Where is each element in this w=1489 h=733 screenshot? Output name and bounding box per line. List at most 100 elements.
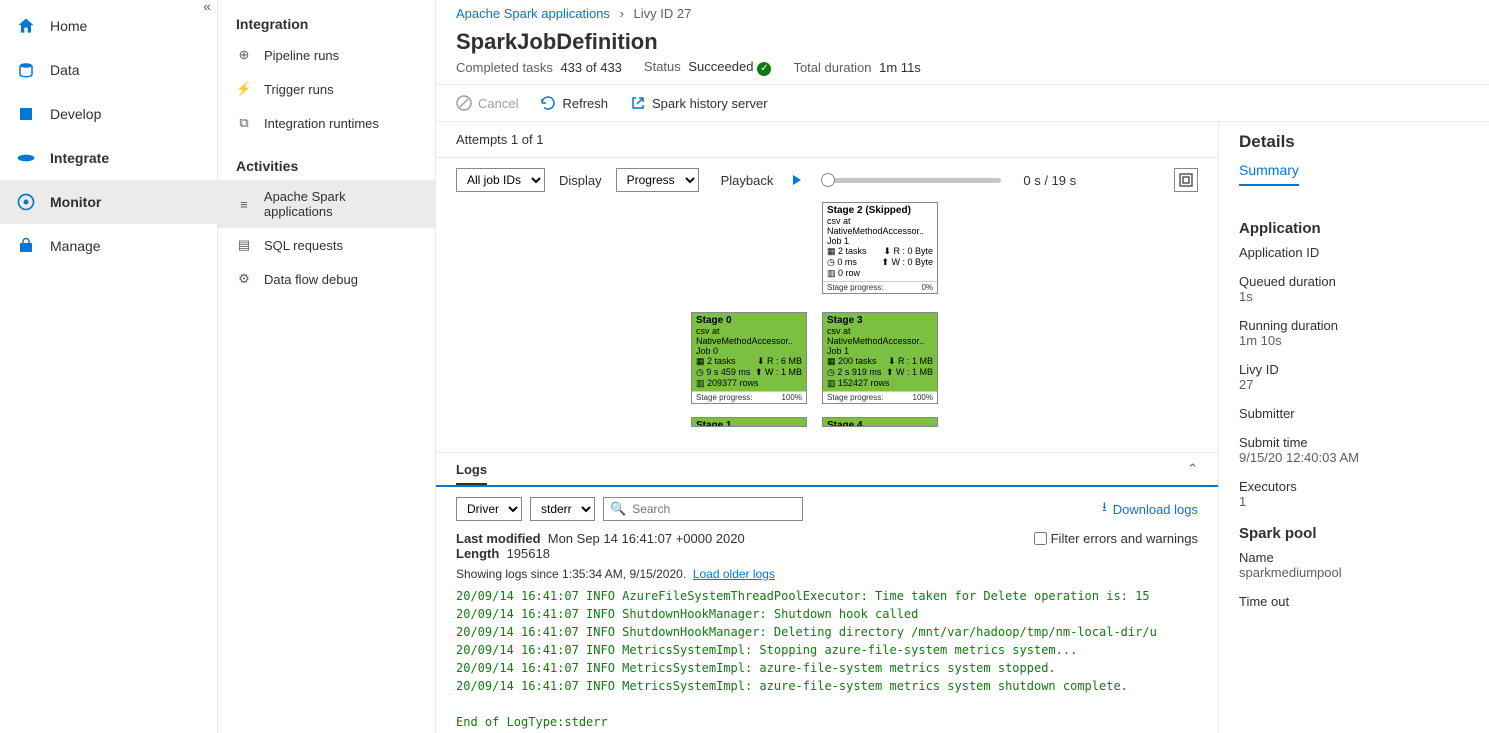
lastmod-value: Mon Sep 14 16:41:07 +0000 2020 [548,531,745,546]
jobids-select[interactable]: All job IDs [456,168,545,192]
refresh-button[interactable]: Refresh [540,95,608,111]
nav-integrate[interactable]: Integrate [0,136,217,180]
log-body[interactable]: 20/09/14 16:41:07 INFO AzureFileSystemTh… [436,585,1218,733]
subnav-sql-requests[interactable]: ▤SQL requests [218,228,435,262]
history-label: Spark history server [652,96,768,111]
success-icon: ✓ [757,62,771,76]
stage-prog-label: Stage progress: [696,393,752,402]
logs-tab[interactable]: Logs [456,462,487,485]
log-stream-select[interactable]: stderr [530,497,595,521]
play-icon[interactable] [793,175,801,185]
stage-job: Job 1 [827,236,933,246]
nav-monitor[interactable]: Monitor [0,180,217,224]
timeout-label: Time out [1239,594,1469,609]
log-since: Showing logs since 1:35:34 AM, 9/15/2020… [436,563,1218,585]
stage-write: W : 1 MB [765,367,802,377]
cancel-button: Cancel [456,95,518,111]
stage-4-box[interactable]: Stage 4 [822,417,938,427]
running-value: 1m 10s [1239,333,1469,348]
log-source-select[interactable]: Driver [456,497,522,521]
history-button[interactable]: Spark history server [630,95,768,111]
running-label: Running duration [1239,318,1469,333]
stage-title: Stage 2 (Skipped) [827,205,911,216]
scrubber-knob[interactable] [821,173,835,187]
stage-prog-pct: 100% [782,393,802,402]
stage-0-box[interactable]: Stage 0csv at NativeMethodAccessor..Job … [691,312,807,404]
expand-button[interactable] [1174,168,1198,192]
subnav-pipeline-runs[interactable]: ⊕Pipeline runs [218,38,435,72]
stage-write: W : 1 MB [896,367,933,377]
subnav-trigger-runs[interactable]: ⚡Trigger runs [218,72,435,106]
stage-2-box[interactable]: Stage 2 (Skipped)csv at NativeMethodAcce… [822,202,938,294]
livy-label: Livy ID [1239,362,1469,377]
playback-scrubber[interactable] [821,178,1001,183]
stage-prog-pct: 100% [913,393,933,402]
search-icon: 🔍 [610,501,626,517]
stage-rows: 209377 rows [707,378,759,388]
subnav-label: Data flow debug [264,272,358,287]
subnav-spark-apps[interactable]: ≡ Apache Spark applications [218,180,435,228]
lastmod-label: Last modified [456,531,541,546]
playback-label: Playback [721,173,774,188]
status-line: Completed tasks 433 of 433 Status Succee… [436,59,1489,84]
stage-prog-label: Stage progress: [827,283,883,292]
filter-label: Filter errors and warnings [1051,531,1198,546]
spark-icon: ≡ [236,196,252,212]
stage-tasks: 2 tasks [707,356,736,366]
log-search-input[interactable] [632,502,796,516]
nav-manage[interactable]: Manage [0,224,217,268]
tasks-label: Completed tasks [456,60,553,75]
poolname-value: sparkmediumpool [1239,565,1469,580]
tasks-value: 433 of 433 [560,60,621,75]
nav-label: Manage [50,238,101,254]
subnav-group-activities: Activities [218,152,435,180]
runtime-icon: ⧉ [236,115,252,131]
load-older-link[interactable]: Load older logs [693,567,775,581]
since-text: Showing logs since 1:35:34 AM, 9/15/2020… [456,567,686,581]
nav-data[interactable]: Data [0,48,217,92]
details-title: Details [1239,132,1469,152]
exec-value: 1 [1239,494,1469,509]
stage-job: Job 0 [696,346,802,356]
log-search-box[interactable]: 🔍 [603,497,803,521]
stage-rows: 152427 rows [838,378,890,388]
data-icon [16,60,36,80]
toolbar: Cancel Refresh Spark history server [436,84,1489,122]
stage-prog-pct: 0% [921,283,933,292]
logs-controls: Driver stderr 🔍 ⭳ Download logs [436,487,1218,525]
stage-time: 0 ms [837,257,857,267]
stage-3-box[interactable]: Stage 3csv at NativeMethodAccessor..Job … [822,312,938,404]
download-logs-link[interactable]: ⭳ Download logs [1102,498,1198,520]
stage-title: Stage 0 [696,315,732,326]
collapse-nav-icon[interactable]: « [203,0,211,14]
collapse-logs-icon[interactable]: ⌃ [1187,461,1198,477]
stage-1-box[interactable]: Stage 1 [691,417,807,427]
nav-home[interactable]: Home [0,4,217,48]
playback-time: 0 s / 19 s [1023,173,1076,188]
nav-label: Monitor [50,194,101,210]
subnav-dataflow-debug[interactable]: ⚙Data flow debug [218,262,435,296]
poolname-label: Name [1239,550,1469,565]
refresh-icon [540,95,556,111]
filter-checkbox-input[interactable] [1034,532,1047,545]
display-select[interactable]: Progress [616,168,699,192]
dag-area[interactable]: Stage 2 (Skipped)csv at NativeMethodAcce… [436,202,1218,452]
external-link-icon [630,95,646,111]
nav-develop[interactable]: Develop [0,92,217,136]
stage-job: Job 1 [827,346,933,356]
subnav-label: Apache Spark applications [264,189,417,219]
stage-tasks: 200 tasks [838,356,877,366]
stage-write: W : 0 Byte [891,257,933,267]
filter-checkbox[interactable]: Filter errors and warnings [1034,531,1198,546]
stage-time: 9 s 459 ms [706,367,750,377]
cancel-icon [456,95,472,111]
nav-label: Data [50,62,80,78]
status-label: Status [644,59,681,74]
center-panel: Attempts 1 of 1 All job IDs Display Prog… [436,122,1219,733]
subnav-integration-runtimes[interactable]: ⧉Integration runtimes [218,106,435,140]
application-heading: Application [1239,220,1469,237]
breadcrumb-link[interactable]: Apache Spark applications [456,6,610,21]
details-tab-summary[interactable]: Summary [1239,162,1299,186]
stage-desc: csv at NativeMethodAccessor.. [827,216,933,236]
submit-label: Submit time [1239,435,1469,450]
